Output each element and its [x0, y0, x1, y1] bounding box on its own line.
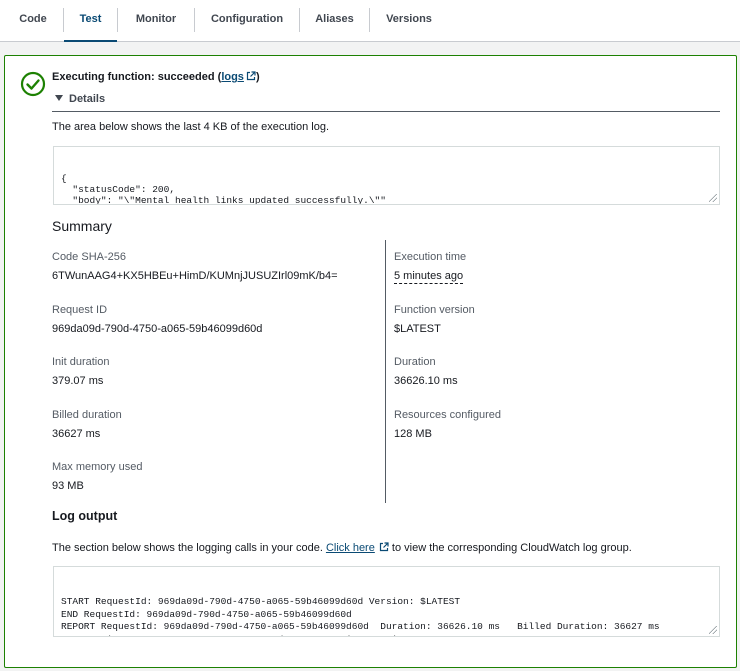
tab-monitor[interactable]: Monitor: [118, 0, 194, 42]
code-sha-value: 6TWunAAG4+KX5HBEu+HimD/KUMnjJUSUZIrl09mK…: [52, 270, 338, 282]
details-label: Details: [69, 93, 106, 105]
max-memory-value: 93 MB: [52, 480, 84, 492]
summary-heading: Summary: [52, 218, 112, 234]
tab-versions[interactable]: Versions: [370, 0, 448, 42]
init-duration-value: 379.07 ms: [52, 375, 104, 387]
tab-configuration[interactable]: Configuration: [195, 0, 299, 42]
check-circle-icon: [20, 71, 46, 97]
execution-time-label: Execution time: [394, 251, 467, 263]
response-output-box[interactable]: { "statusCode": 200, "body": "\"Mental h…: [53, 146, 720, 205]
log-desc-suffix: to view the corresponding CloudWatch log…: [388, 542, 632, 554]
status-text: Executing function: succeeded (: [52, 71, 222, 83]
cloudwatch-link-label: Click here: [325, 542, 375, 554]
max-memory-label: Max memory used: [52, 461, 143, 473]
logs-link-label: logs: [221, 71, 244, 83]
log-output-description: The section below shows the logging call…: [52, 542, 632, 554]
billed-duration-value: 36627 ms: [52, 428, 101, 440]
tab-code[interactable]: Code: [8, 0, 58, 42]
details-toggle[interactable]: Details: [55, 93, 105, 105]
code-sha-label: Code SHA-256: [52, 251, 126, 263]
tab-bar: Code Test Monitor Configuration Aliases …: [0, 0, 740, 42]
execution-result-panel: Executing function: succeeded (logs) Det…: [4, 55, 737, 668]
log-output-box[interactable]: START RequestId: 969da09d-790d-4750-a065…: [53, 566, 720, 637]
response-body-text: { "statusCode": 200, "body": "\"Mental h…: [61, 173, 386, 205]
billed-duration-label: Billed duration: [52, 409, 122, 421]
cloudwatch-link[interactable]: Click here: [326, 542, 389, 554]
logs-link[interactable]: logs: [221, 71, 256, 83]
request-id-label: Request ID: [52, 304, 108, 316]
resize-handle[interactable]: [709, 194, 717, 202]
duration-label: Duration: [394, 356, 436, 368]
log-output-text: START RequestId: 969da09d-790d-4750-a065…: [61, 596, 660, 636]
external-link-icon: [246, 71, 256, 81]
resize-handle[interactable]: [709, 626, 717, 634]
resources-configured-label: Resources configured: [394, 409, 502, 421]
resources-configured-value: 128 MB: [394, 428, 432, 440]
execution-time-value[interactable]: 5 minutes ago: [394, 270, 464, 284]
details-divider: [52, 111, 720, 112]
tab-aliases[interactable]: Aliases: [300, 0, 369, 42]
status-text-close: ): [255, 71, 260, 83]
request-id-value: 969da09d-790d-4750-a065-59b46099d60d: [52, 323, 263, 335]
function-version-label: Function version: [394, 304, 475, 316]
external-link-icon: [379, 542, 389, 552]
log-desc-prefix: The section below shows the logging call…: [52, 542, 326, 554]
log-output-heading: Log output: [52, 509, 118, 523]
duration-value: 36626.10 ms: [394, 375, 458, 387]
function-version-value: $LATEST: [394, 323, 441, 335]
init-duration-label: Init duration: [52, 356, 110, 368]
summary-column-divider: [385, 240, 386, 503]
log-area-description: The area below shows the last 4 KB of th…: [52, 121, 329, 133]
execution-status: Executing function: succeeded (logs): [52, 71, 260, 83]
caret-down-icon: [55, 95, 63, 101]
tab-test[interactable]: Test: [64, 0, 117, 42]
